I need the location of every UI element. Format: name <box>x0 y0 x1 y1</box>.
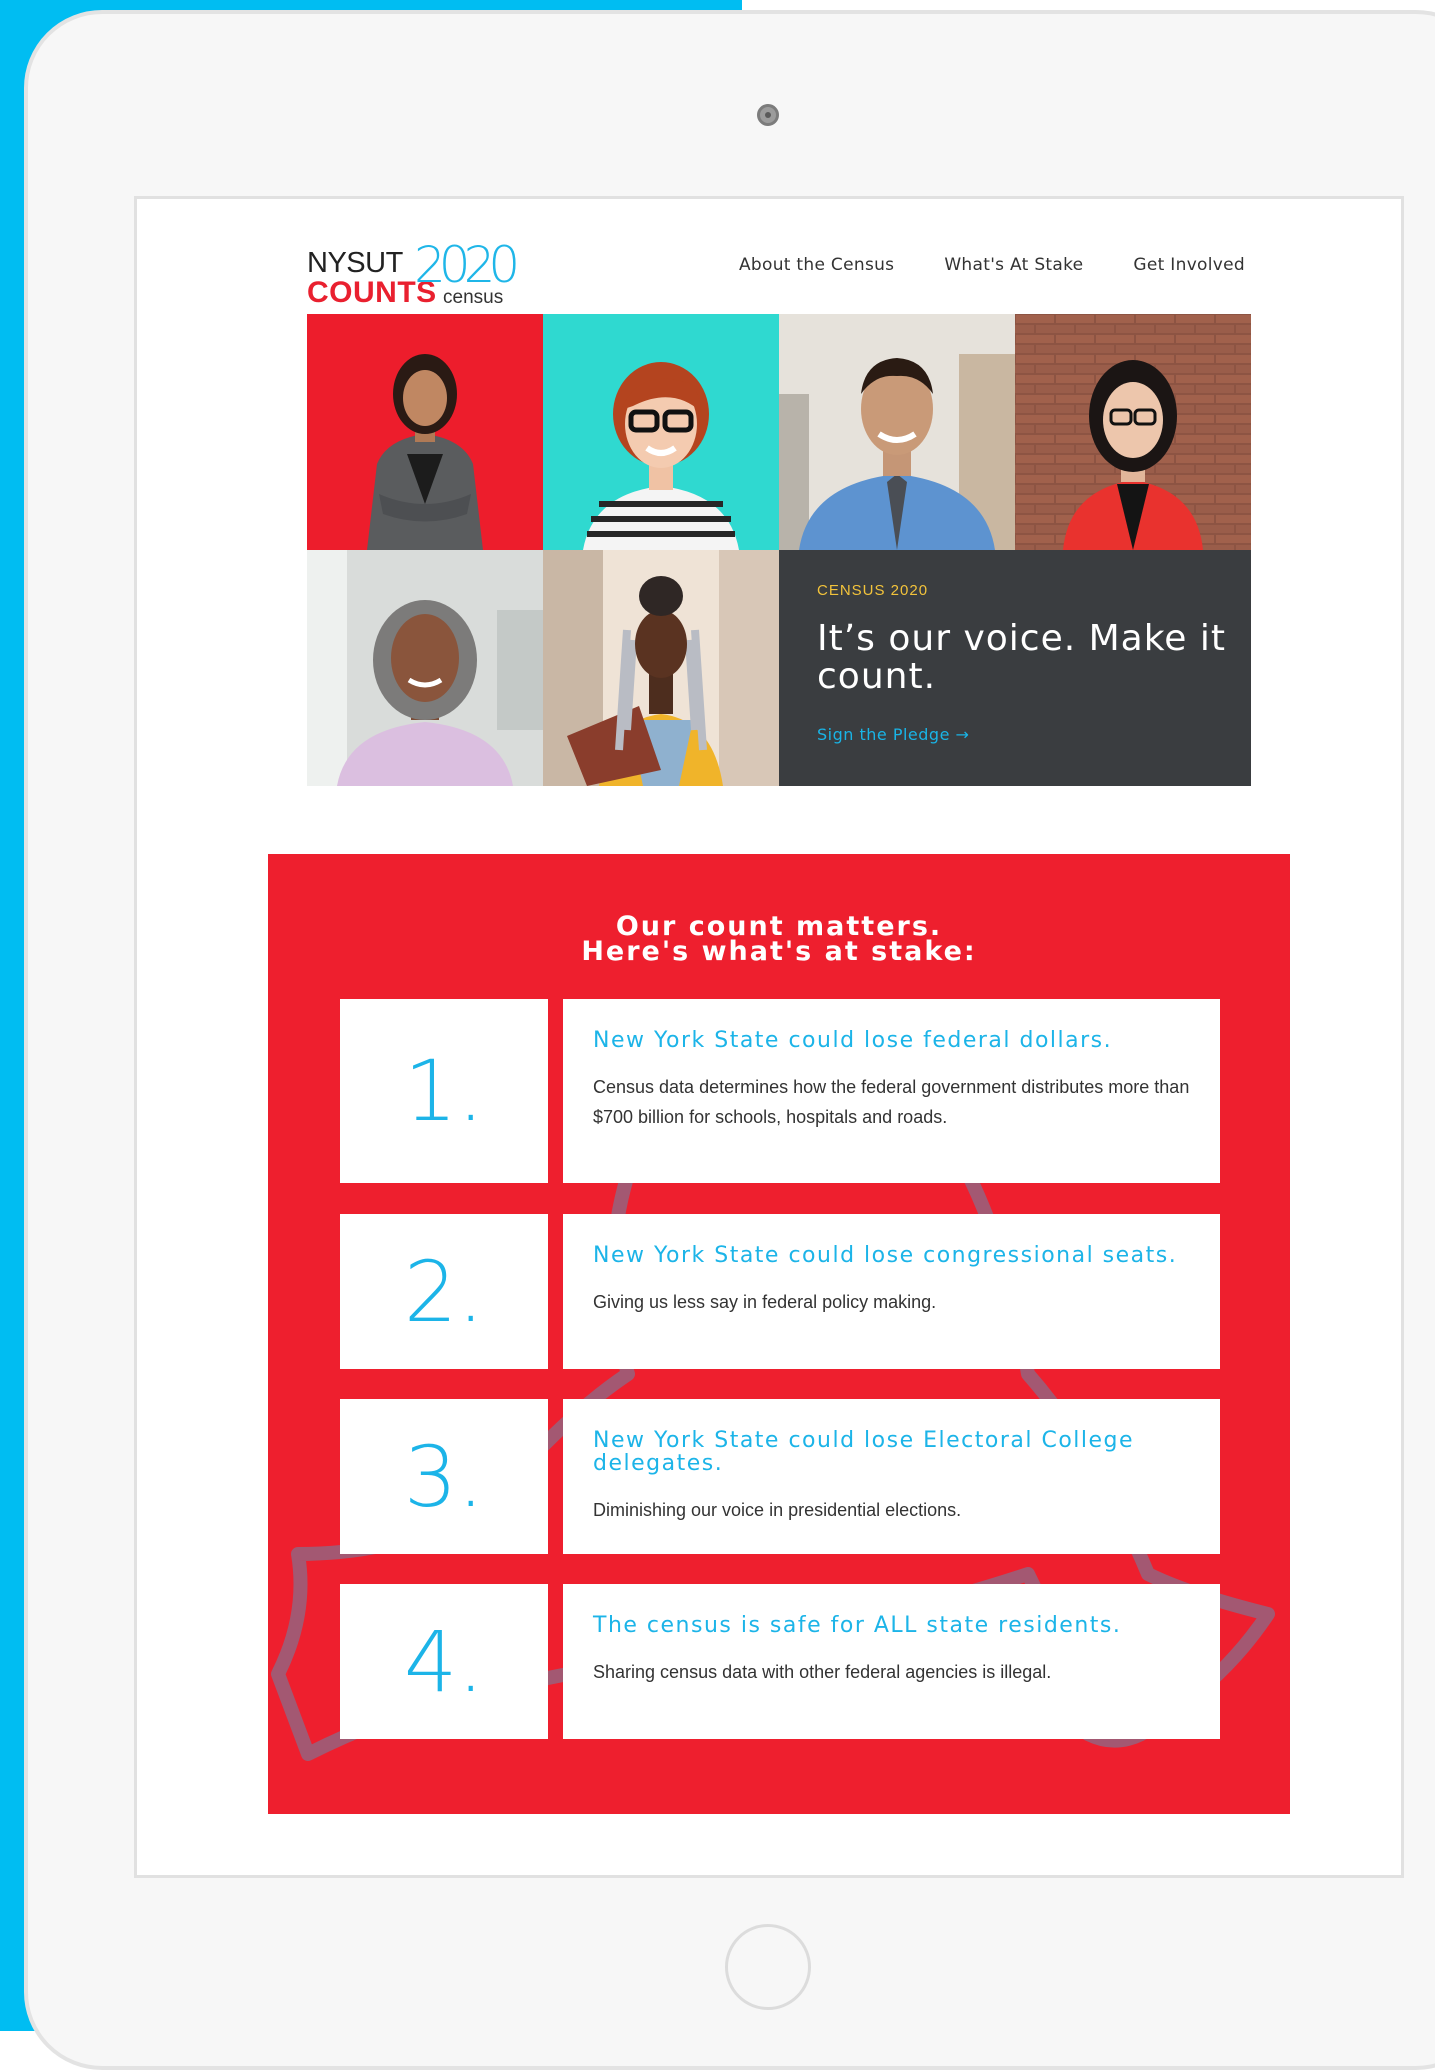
stake-heading: The census is safe for ALL state residen… <box>593 1613 1122 1638</box>
stake-heading: New York State could lose congressional … <box>593 1243 1178 1268</box>
stakes-title-line-2: Here's what's at stake: <box>581 936 977 968</box>
portrait-tile-6 <box>543 550 779 786</box>
portrait-tile-1 <box>307 314 543 550</box>
tablet-screen: NYSUT COUNTS 2020 census About the Censu… <box>134 196 1404 1878</box>
hero-headline: It’s our voice. Make it count. <box>817 618 1227 697</box>
stake-body: Giving us less say in federal policy mak… <box>593 1292 937 1312</box>
portrait-tile-4 <box>1015 314 1251 550</box>
portrait-tile-2 <box>543 314 779 550</box>
whats-at-stake-section: Our count matters. Here's what's at stak… <box>268 854 1290 1814</box>
stake-number: 2. <box>340 1214 548 1369</box>
portrait-man-office <box>779 314 1015 550</box>
stake-heading: New York State could lose Electoral Coll… <box>593 1428 1135 1476</box>
stake-number: 1. <box>340 999 548 1183</box>
stake-body: Sharing census data with other federal a… <box>593 1662 1052 1682</box>
portrait-woman-red-background <box>307 314 543 550</box>
nav-whats-at-stake[interactable]: What's At Stake <box>944 255 1083 275</box>
portrait-tile-5 <box>307 550 543 786</box>
stake-number: 3. <box>340 1399 548 1554</box>
tablet-frame: NYSUT COUNTS 2020 census About the Censu… <box>24 10 1435 2070</box>
sign-pledge-link[interactable]: Sign the Pledge → <box>817 725 969 744</box>
stake-card: New York State could lose federal dollar… <box>563 999 1220 1183</box>
stake-card: The census is safe for ALL state residen… <box>563 1584 1220 1739</box>
stakes-title: Our count matters. Here's what's at stak… <box>268 913 1290 968</box>
stake-body: Diminishing our voice in presidential el… <box>593 1500 962 1520</box>
portrait-older-woman <box>307 550 543 786</box>
home-button[interactable] <box>725 1924 811 2010</box>
hero-grid: CENSUS 2020 It’s our voice. Make it coun… <box>307 314 1251 786</box>
camera-icon <box>757 104 779 126</box>
stake-card: New York State could lose congressional … <box>563 1214 1220 1369</box>
stake-body: Census data determines how the federal g… <box>593 1077 1190 1127</box>
portrait-woman-brick-wall <box>1015 314 1251 550</box>
stake-card: New York State could lose Electoral Coll… <box>563 1399 1220 1554</box>
logo-census: census <box>443 287 504 308</box>
logo-year: 2020 <box>414 236 520 294</box>
nav-get-involved[interactable]: Get Involved <box>1133 255 1245 275</box>
nav-about-census[interactable]: About the Census <box>739 255 894 275</box>
portrait-tile-3 <box>779 314 1015 550</box>
stake-heading: New York State could lose federal dollar… <box>593 1028 1113 1053</box>
portrait-student-with-tablet <box>543 550 779 786</box>
portrait-woman-teal-background <box>543 314 779 550</box>
stake-number: 4. <box>340 1584 548 1739</box>
main-nav: About the Census What's At Stake Get Inv… <box>739 255 1245 275</box>
hero-eyebrow: CENSUS 2020 <box>817 582 929 599</box>
site-logo[interactable]: NYSUT COUNTS 2020 census <box>307 234 520 309</box>
hero-cta-panel: CENSUS 2020 It’s our voice. Make it coun… <box>779 550 1251 786</box>
